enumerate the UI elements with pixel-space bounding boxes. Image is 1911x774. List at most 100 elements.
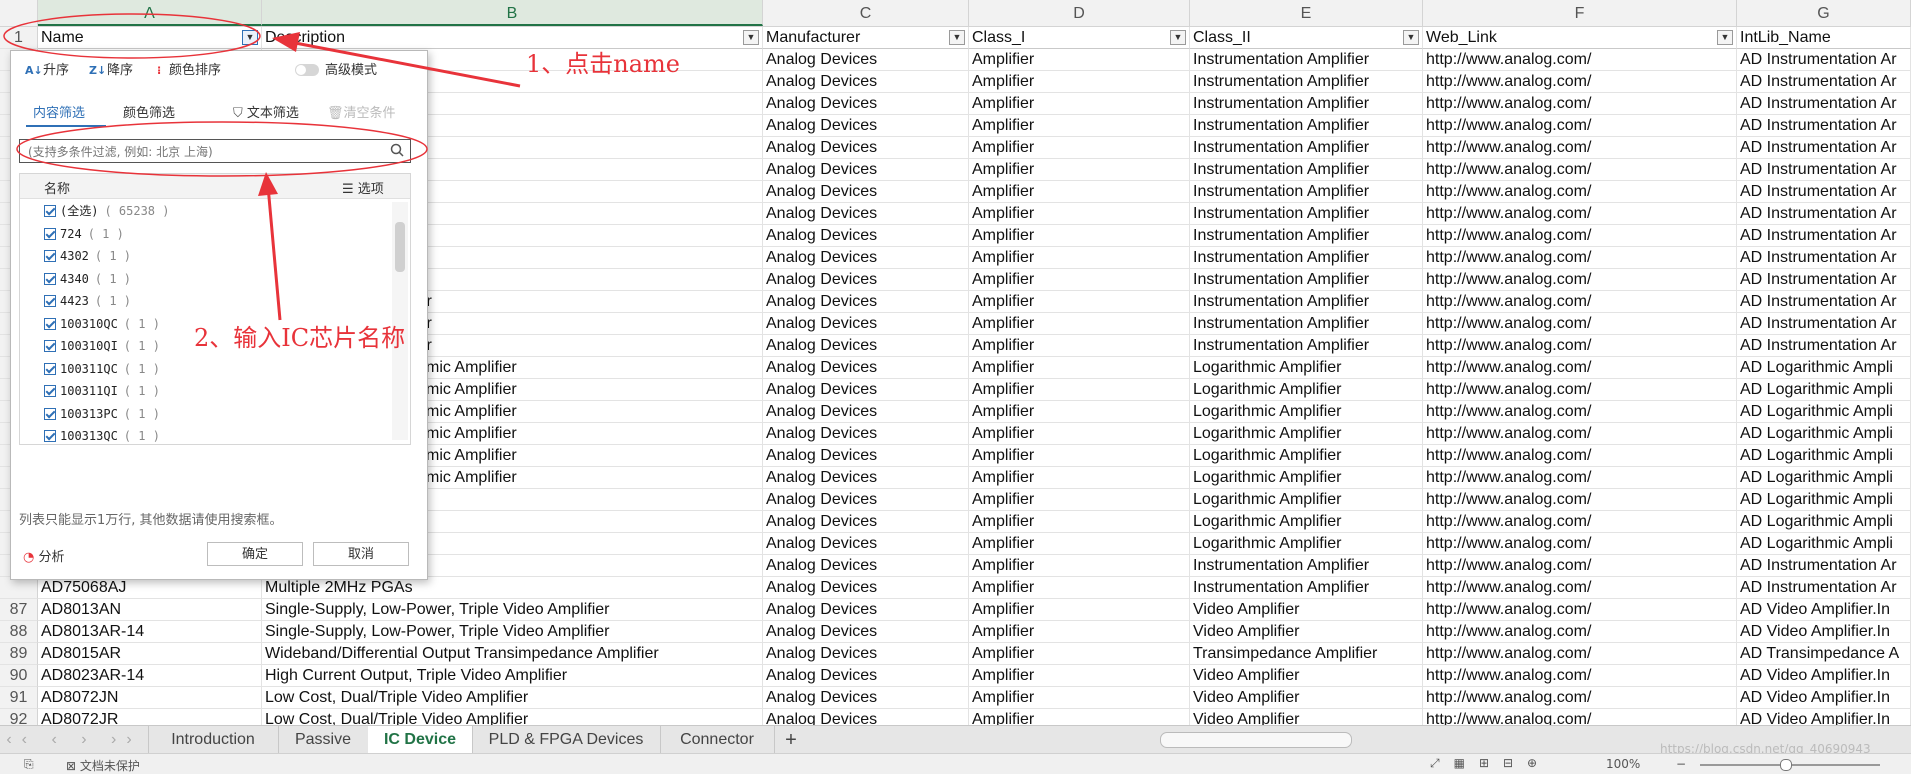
cell-class-ii[interactable]: Instrumentation Amplifier	[1190, 49, 1423, 71]
header-cell-description[interactable]: Description ▼	[262, 27, 763, 49]
cell-web-link[interactable]: http://www.analog.com/	[1423, 379, 1737, 401]
cell-web-link[interactable]: http://www.analog.com/	[1423, 137, 1737, 159]
cell-intlib-name[interactable]: AD Instrumentation Ar	[1737, 203, 1911, 225]
cell-class-ii[interactable]: Video Amplifier	[1190, 665, 1423, 687]
list-item[interactable]: (全选) ( 65238 )	[44, 200, 169, 222]
cell-intlib-name[interactable]: AD Video Amplifier.In	[1737, 621, 1911, 643]
cell-description[interactable]: Single-Supply, Low-Power, Triple Video A…	[262, 621, 763, 643]
tab-color-filter[interactable]: 颜色筛选	[123, 104, 175, 124]
cell-class-ii[interactable]: Instrumentation Amplifier	[1190, 93, 1423, 115]
cell-web-link[interactable]: http://www.analog.com/	[1423, 291, 1737, 313]
horizontal-scrollbar[interactable]	[1160, 732, 1352, 748]
cell-manufacturer[interactable]: Analog Devices	[763, 533, 969, 555]
cell-name[interactable]: AD8015AR	[38, 643, 262, 665]
cell-class-i[interactable]: Amplifier	[969, 137, 1190, 159]
cell-class-ii[interactable]: Instrumentation Amplifier	[1190, 555, 1423, 577]
cell-manufacturer[interactable]: Analog Devices	[763, 181, 969, 203]
cell-intlib-name[interactable]: AD Logarithmic Ampli	[1737, 533, 1911, 555]
cell-class-ii[interactable]: Logarithmic Amplifier	[1190, 489, 1423, 511]
cell-class-i[interactable]: Amplifier	[969, 335, 1190, 357]
cell-description[interactable]: High Current Output, Triple Video Amplif…	[262, 665, 763, 687]
cell-intlib-name[interactable]: AD Instrumentation Ar	[1737, 555, 1911, 577]
list-item[interactable]: 100310QI ( 1 )	[44, 335, 160, 357]
cell-description[interactable]: Low Cost, Dual/Triple Video Amplifier	[262, 687, 763, 709]
cell-class-i[interactable]: Amplifier	[969, 577, 1190, 599]
list-item[interactable]: 4340 ( 1 )	[44, 268, 131, 290]
list-item[interactable]: 4302 ( 1 )	[44, 245, 131, 267]
list-item[interactable]: 100310QC ( 1 )	[44, 313, 160, 335]
cell-intlib-name[interactable]: AD Logarithmic Ampli	[1737, 511, 1911, 533]
checkbox[interactable]	[44, 340, 56, 352]
clear-condition-button[interactable]: 🗑清空条件	[327, 104, 396, 124]
row-number[interactable]: 91	[0, 687, 38, 709]
column-header-c[interactable]: C	[763, 0, 969, 26]
cell-web-link[interactable]: http://www.analog.com/	[1423, 599, 1737, 621]
cell-web-link[interactable]: http://www.analog.com/	[1423, 489, 1737, 511]
cell-web-link[interactable]: http://www.analog.com/	[1423, 49, 1737, 71]
cell-class-i[interactable]: Amplifier	[969, 599, 1190, 621]
cell-class-ii[interactable]: Instrumentation Amplifier	[1190, 71, 1423, 93]
cell-manufacturer[interactable]: Analog Devices	[763, 511, 969, 533]
cell-manufacturer[interactable]: Analog Devices	[763, 269, 969, 291]
cell-class-i[interactable]: Amplifier	[969, 643, 1190, 665]
cell-web-link[interactable]: http://www.analog.com/	[1423, 247, 1737, 269]
cell-class-ii[interactable]: Instrumentation Amplifier	[1190, 269, 1423, 291]
row-number[interactable]: 1	[0, 27, 38, 49]
cell-class-ii[interactable]: Instrumentation Amplifier	[1190, 137, 1423, 159]
cell-class-ii[interactable]: Logarithmic Amplifier	[1190, 445, 1423, 467]
cell-web-link[interactable]: http://www.analog.com/	[1423, 643, 1737, 665]
cell-class-ii[interactable]: Logarithmic Amplifier	[1190, 379, 1423, 401]
cell-manufacturer[interactable]: Analog Devices	[763, 313, 969, 335]
cell-intlib-name[interactable]: AD Instrumentation Ar	[1737, 313, 1911, 335]
cell-manufacturer[interactable]: Analog Devices	[763, 93, 969, 115]
add-sheet-button[interactable]: +	[774, 726, 808, 754]
sort-descending-button[interactable]: Z↓降序	[89, 61, 133, 81]
cell-class-ii[interactable]: Logarithmic Amplifier	[1190, 423, 1423, 445]
row-number[interactable]: 89	[0, 643, 38, 665]
checkbox[interactable]	[44, 295, 56, 307]
row-number[interactable]: 87	[0, 599, 38, 621]
cell-class-i[interactable]: Amplifier	[969, 555, 1190, 577]
row-number[interactable]: 90	[0, 665, 38, 687]
row-number[interactable]: 92	[0, 709, 38, 725]
column-header-g[interactable]: G	[1737, 0, 1911, 26]
cell-web-link[interactable]: http://www.analog.com/	[1423, 93, 1737, 115]
cell-intlib-name[interactable]: AD Transimpedance A	[1737, 643, 1911, 665]
cell-class-ii[interactable]: Instrumentation Amplifier	[1190, 225, 1423, 247]
cell-class-i[interactable]: Amplifier	[969, 291, 1190, 313]
checkbox[interactable]	[44, 407, 56, 420]
cell-web-link[interactable]: http://www.analog.com/	[1423, 445, 1737, 467]
cell-class-i[interactable]: Amplifier	[969, 401, 1190, 423]
cell-class-i[interactable]: Amplifier	[969, 511, 1190, 533]
cell-class-i[interactable]: Amplifier	[969, 621, 1190, 643]
cell-manufacturer[interactable]: Analog Devices	[763, 137, 969, 159]
cell-class-ii[interactable]: Video Amplifier	[1190, 687, 1423, 709]
cell-intlib-name[interactable]: AD Instrumentation Ar	[1737, 137, 1911, 159]
cell-web-link[interactable]: http://www.analog.com/	[1423, 159, 1737, 181]
checkbox[interactable]	[44, 317, 56, 330]
cell-intlib-name[interactable]: AD Video Amplifier.In	[1737, 687, 1911, 709]
cell-name[interactable]: AD8013AN	[38, 599, 262, 621]
cell-intlib-name[interactable]: AD Video Amplifier.In	[1737, 665, 1911, 687]
cell-manufacturer[interactable]: Analog Devices	[763, 401, 969, 423]
cell-intlib-name[interactable]: AD Instrumentation Ar	[1737, 291, 1911, 313]
cell-manufacturer[interactable]: Analog Devices	[763, 225, 969, 247]
cell-class-i[interactable]: Amplifier	[969, 313, 1190, 335]
tab-nav-arrows[interactable]: ‹‹ ‹ › ››	[0, 726, 149, 754]
cell-web-link[interactable]: http://www.analog.com/	[1423, 313, 1737, 335]
doc-protect-status[interactable]: ⊠ 文档未保护	[66, 757, 140, 774]
column-header-f[interactable]: F	[1423, 0, 1737, 26]
filter-dropdown-button[interactable]: ▼	[1403, 30, 1419, 45]
row-number[interactable]	[0, 577, 38, 599]
cell-name[interactable]: AD8072JN	[38, 687, 262, 709]
cell-class-i[interactable]: Amplifier	[969, 445, 1190, 467]
cell-web-link[interactable]: http://www.analog.com/	[1423, 181, 1737, 203]
cell-intlib-name[interactable]: AD Logarithmic Ampli	[1737, 379, 1911, 401]
cell-description[interactable]: Low Cost, Dual/Triple Video Amplifier	[262, 709, 763, 725]
cell-web-link[interactable]: http://www.analog.com/	[1423, 423, 1737, 445]
cell-class-i[interactable]: Amplifier	[969, 269, 1190, 291]
list-item[interactable]: 100313PC ( 1 )	[44, 403, 160, 425]
cell-web-link[interactable]: http://www.analog.com/	[1423, 467, 1737, 489]
checkbox[interactable]	[44, 272, 56, 285]
cell-manufacturer[interactable]: Analog Devices	[763, 335, 969, 357]
